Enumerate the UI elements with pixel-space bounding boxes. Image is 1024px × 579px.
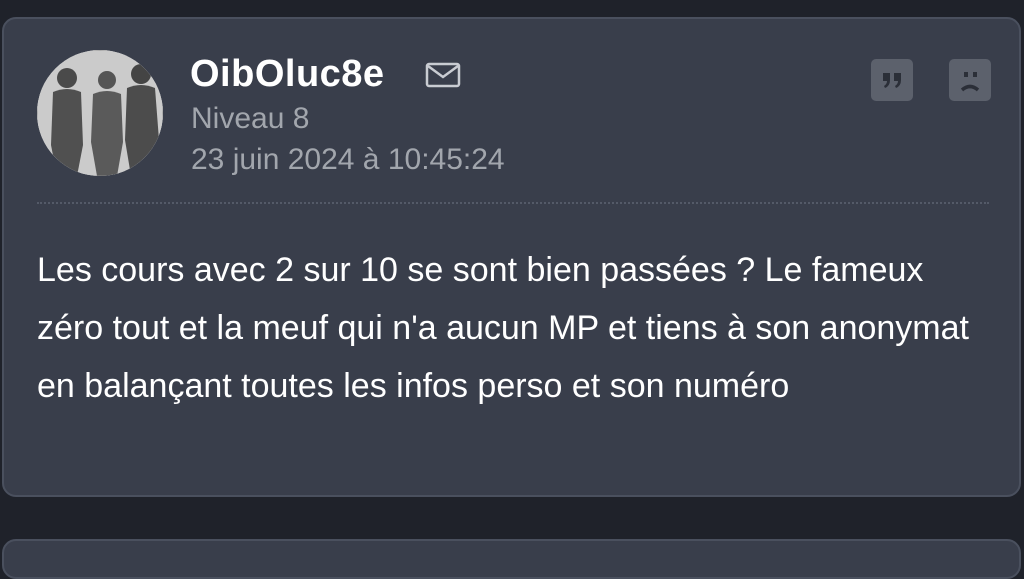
author-level: Niveau 8	[191, 102, 310, 135]
post-message: Les cours avec 2 sur 10 se sont bien pas…	[37, 251, 969, 405]
quote-button[interactable]	[871, 59, 913, 101]
author-username[interactable]: OibOluc8e	[190, 53, 385, 96]
report-button[interactable]	[949, 59, 991, 101]
next-post-card	[2, 539, 1021, 579]
divider	[37, 202, 989, 204]
sad-face-icon	[960, 72, 980, 92]
forum-post: OibOluc8e Niveau 8 23 juin 2024 à 10:45:…	[2, 17, 1021, 497]
post-timestamp: 23 juin 2024 à 10:45:24	[191, 143, 505, 176]
envelope-icon[interactable]	[425, 61, 461, 89]
quote-icon	[883, 73, 901, 88]
avatar[interactable]	[37, 50, 163, 176]
group-silhouette-avatar	[37, 50, 163, 176]
